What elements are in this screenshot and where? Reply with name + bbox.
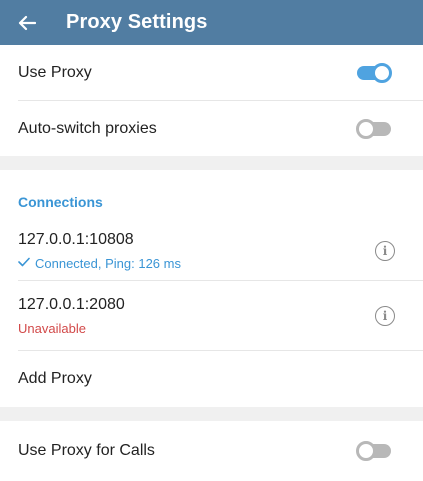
use-proxy-calls-label: Use Proxy for Calls: [18, 442, 155, 459]
auto-switch-label: Auto-switch proxies: [18, 119, 157, 137]
connections-card: Connections 127.0.0.1:10808 Connected, P…: [0, 170, 423, 407]
page-title: Proxy Settings: [66, 11, 208, 33]
toggle-knob: [372, 63, 392, 83]
use-proxy-label: Use Proxy: [18, 64, 92, 81]
proxy-address: 127.0.0.1:10808: [18, 230, 134, 248]
auto-switch-toggle[interactable]: [356, 118, 391, 139]
use-proxy-toggle[interactable]: [357, 63, 392, 83]
section-gap: [0, 156, 423, 170]
check-icon: [18, 256, 30, 270]
back-arrow-icon[interactable]: [18, 14, 36, 32]
use-proxy-calls-toggle[interactable]: [356, 441, 391, 461]
auto-switch-row[interactable]: Auto-switch proxies: [0, 101, 423, 156]
section-gap: [0, 407, 423, 421]
toggle-knob: [356, 118, 376, 139]
calls-card: Use Proxy for Calls: [0, 421, 423, 481]
use-proxy-row[interactable]: Use Proxy: [0, 45, 423, 101]
proxy-status: Connected, Ping: 126 ms: [18, 256, 181, 271]
proxy-status: Unavailable: [18, 321, 125, 336]
toggle-knob: [356, 441, 376, 461]
info-icon[interactable]: i: [375, 306, 395, 326]
proxy-status-text: Unavailable: [18, 321, 86, 336]
proxy-settings-card: Use Proxy Auto-switch proxies: [0, 45, 423, 156]
add-proxy-label: Add Proxy: [18, 370, 92, 387]
proxy-address: 127.0.0.1:2080: [18, 296, 125, 313]
use-proxy-calls-row[interactable]: Use Proxy for Calls: [0, 421, 423, 481]
info-icon[interactable]: i: [375, 240, 395, 261]
proxy-item-text: 127.0.0.1:10808 Connected, Ping: 126 ms: [18, 231, 181, 271]
proxy-status-text: Connected, Ping: 126 ms: [35, 255, 181, 271]
add-proxy-row[interactable]: Add Proxy: [0, 351, 423, 407]
connections-header: Connections: [18, 194, 103, 210]
proxy-item-2[interactable]: 127.0.0.1:2080 Unavailable i: [0, 281, 423, 351]
proxy-item-text: 127.0.0.1:2080 Unavailable: [18, 296, 125, 336]
app-header: Proxy Settings: [0, 0, 423, 45]
proxy-item-1[interactable]: 127.0.0.1:10808 Connected, Ping: 126 ms …: [0, 220, 423, 281]
